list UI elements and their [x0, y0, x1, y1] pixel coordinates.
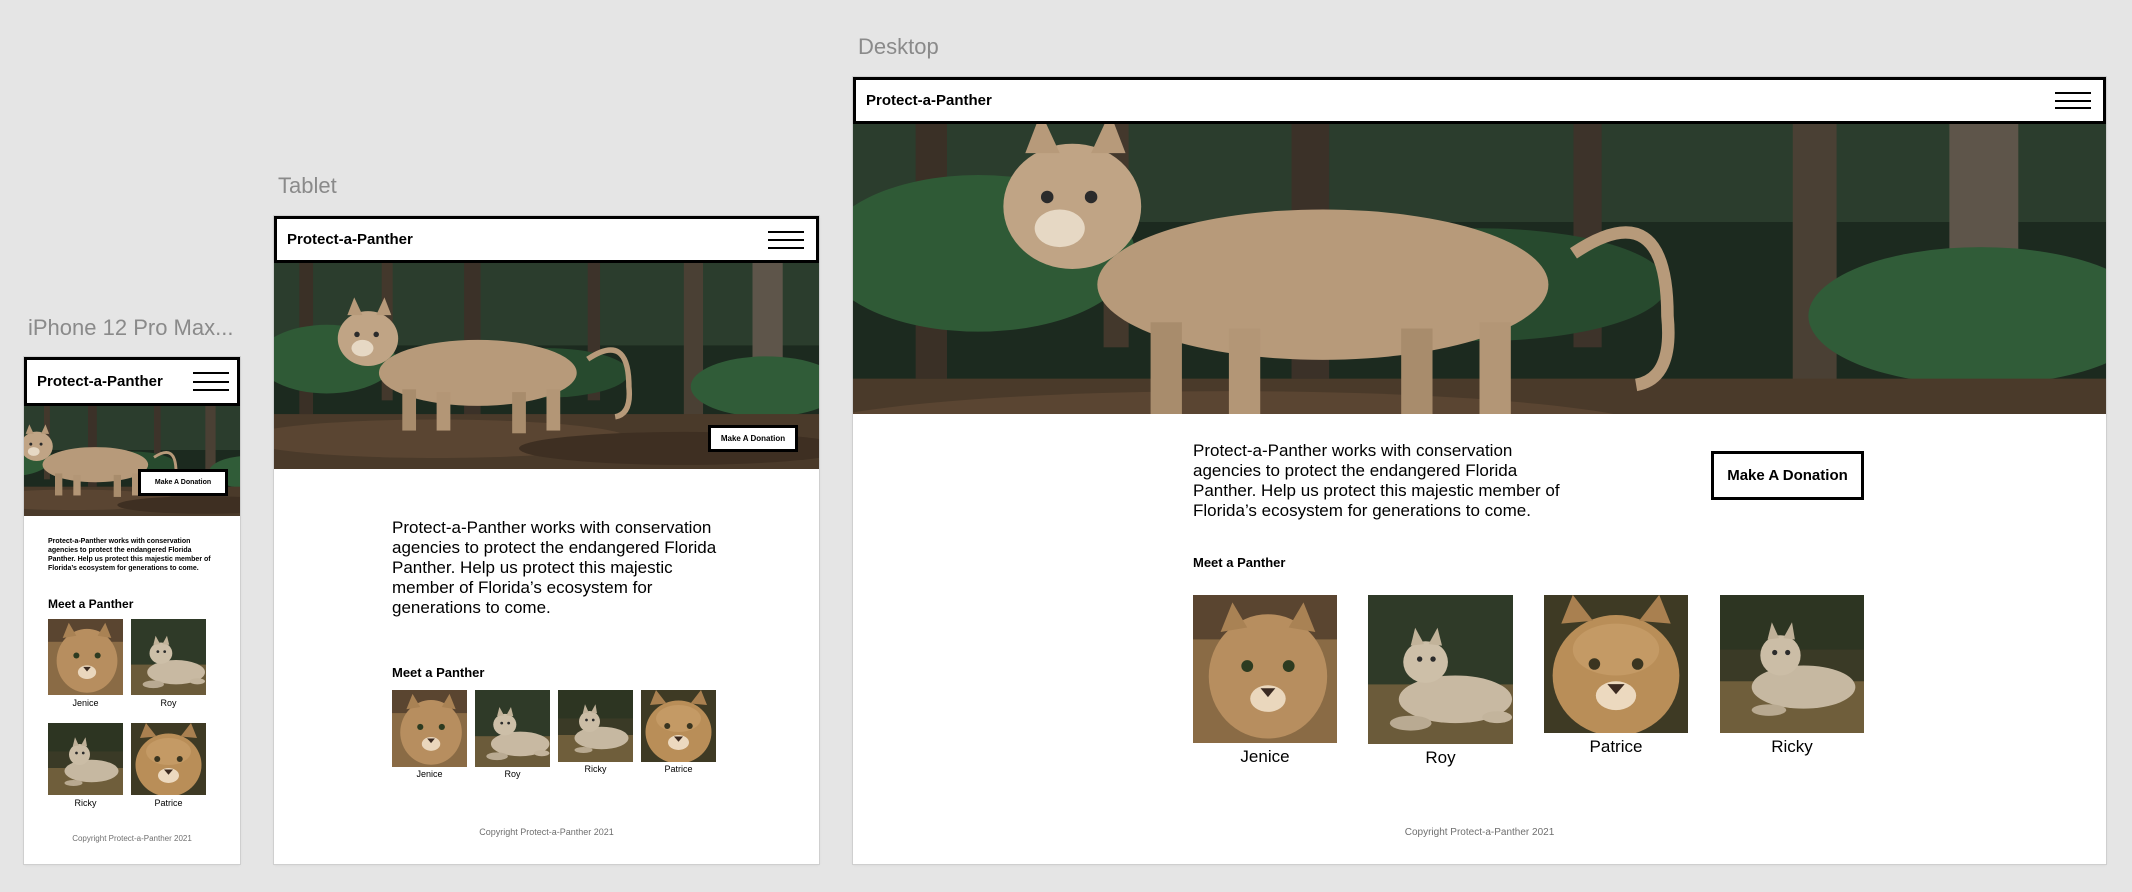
brand-logo[interactable]: Protect-a-Panther: [287, 231, 413, 248]
donate-button[interactable]: Make A Donation: [708, 425, 798, 452]
hero-image: [853, 124, 2106, 414]
panther-card-ricky[interactable]: Ricky: [1720, 595, 1864, 757]
panther-name-patrice: Patrice: [1589, 737, 1643, 756]
artboard-title-tablet: Tablet: [278, 173, 337, 198]
panther-card-roy[interactable]: Roy: [475, 690, 550, 779]
panther-name-ricky: Ricky: [74, 798, 97, 808]
tablet-artboard: Protect-a-Panther Make A Donation Protec…: [274, 216, 819, 864]
panther-photo-patrice: [1544, 595, 1688, 733]
panther-card-ricky[interactable]: Ricky: [48, 723, 123, 808]
artboard-title-desktop: Desktop: [858, 34, 939, 59]
copyright-text: Copyright Protect-a-Panther 2021: [72, 834, 192, 843]
panther-name-jenice: Jenice: [416, 769, 443, 779]
navbar: Protect-a-Panther: [274, 216, 819, 263]
panther-name-roy: Roy: [160, 698, 177, 708]
desktop-artboard: Protect-a-Panther Protect-a-Panther work…: [853, 77, 2106, 864]
donate-button[interactable]: Make A Donation: [138, 469, 228, 496]
panther-name-patrice: Patrice: [664, 764, 693, 774]
panther-card-patrice[interactable]: Patrice: [131, 723, 206, 808]
meet-heading: Meet a Panther: [392, 665, 485, 680]
panther-name-ricky: Ricky: [584, 764, 607, 774]
panther-name-jenice: Jenice: [1240, 747, 1290, 766]
panther-photo-ricky: [558, 690, 633, 762]
hero-image: [24, 406, 240, 516]
panther-card-roy[interactable]: Roy: [1368, 595, 1513, 768]
mission-text: Protect-a-Panther works with conservatio…: [1193, 441, 1560, 520]
panther-card-ricky[interactable]: Ricky: [558, 690, 633, 774]
navbar: Protect-a-Panther: [24, 357, 240, 406]
panther-name-roy: Roy: [1425, 748, 1456, 767]
panther-photo-patrice: [131, 723, 206, 795]
panther-name-jenice: Jenice: [72, 698, 99, 708]
panther-photo-ricky: [48, 723, 123, 795]
copyright-text: Copyright Protect-a-Panther 2021: [1404, 827, 1555, 838]
hamburger-menu-icon[interactable]: [193, 372, 229, 391]
panther-photo-jenice: [392, 690, 467, 767]
brand-logo[interactable]: Protect-a-Panther: [866, 92, 992, 109]
meet-heading: Meet a Panther: [1193, 555, 1286, 570]
panther-name-ricky: Ricky: [1771, 737, 1813, 756]
hamburger-menu-icon[interactable]: [2055, 92, 2091, 109]
artboard-title-phone: iPhone 12 Pro Max...: [28, 315, 234, 340]
panther-photo-roy: [131, 619, 206, 695]
mission-text: Protect-a-Panther works with conservatio…: [48, 538, 211, 572]
panther-photo-ricky: [1720, 595, 1864, 733]
panther-photo-jenice: [48, 619, 123, 695]
panther-photo-roy: [1368, 595, 1513, 744]
meet-heading: Meet a Panther: [48, 597, 134, 611]
panther-card-patrice[interactable]: Patrice: [1544, 595, 1688, 757]
panther-photo-roy: [475, 690, 550, 767]
panther-card-roy[interactable]: Roy: [131, 619, 206, 708]
panther-card-jenice[interactable]: Jenice: [48, 619, 123, 708]
hamburger-menu-icon[interactable]: [768, 230, 804, 249]
panther-name-roy: Roy: [504, 769, 521, 779]
panther-photo-jenice: [1193, 595, 1337, 743]
panther-card-patrice[interactable]: Patrice: [641, 690, 716, 774]
phone-artboard: Protect-a-Panther Make A Donation Protec…: [24, 357, 240, 864]
panther-card-jenice[interactable]: Jenice: [392, 690, 467, 779]
panther-name-patrice: Patrice: [154, 798, 183, 808]
mission-text: Protect-a-Panther works with conservatio…: [392, 518, 717, 617]
panther-photo-patrice: [641, 690, 716, 762]
navbar: Protect-a-Panther: [853, 77, 2106, 124]
donate-button[interactable]: Make A Donation: [1711, 451, 1864, 500]
copyright-text: Copyright Protect-a-Panther 2021: [479, 827, 614, 837]
brand-logo[interactable]: Protect-a-Panther: [37, 373, 163, 390]
panther-card-jenice[interactable]: Jenice: [1193, 595, 1337, 767]
